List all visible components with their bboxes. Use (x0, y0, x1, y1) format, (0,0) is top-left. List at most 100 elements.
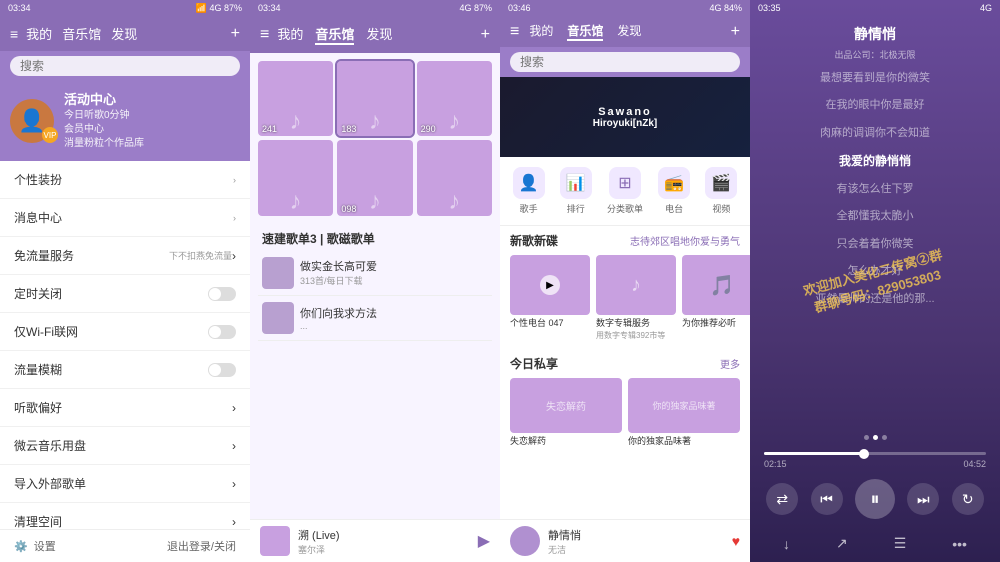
menu-footer: ⚙️ 设置 退出登录/关闭 (0, 529, 250, 562)
menu-item-wifi[interactable]: 仅Wi-Fi联网 (0, 313, 250, 351)
private-card-2[interactable]: 你的独家品味著 你的独家品味著 (628, 378, 740, 448)
lyric-3[interactable]: 我爱的静悄悄 (766, 147, 984, 176)
prev-button[interactable]: ⏮ (811, 483, 843, 515)
more-icon[interactable]: ••• (952, 536, 967, 552)
card-thumb-1: ▶ (510, 255, 590, 315)
repeat-button[interactable]: ↻ (952, 483, 984, 515)
menu-item-preference[interactable]: 听歌偏好 › (0, 389, 250, 427)
lyric-7[interactable]: 怎么办才好 (766, 258, 984, 285)
play-btn-1[interactable]: ▶ (540, 275, 560, 295)
album-item-5[interactable]: 098 (337, 140, 412, 215)
play-pause-button[interactable]: ⏸ (855, 479, 895, 519)
menu-item-personalize[interactable]: 个性装扮 › (0, 161, 250, 199)
menu-toggle-traffic[interactable] (208, 363, 236, 377)
search-input-1[interactable] (10, 56, 240, 76)
menu-item-timer[interactable]: 定时关闭 (0, 275, 250, 313)
tab-library-3[interactable]: 音乐馆 (567, 22, 603, 41)
quick-icon-video[interactable]: 🎬 视频 (705, 167, 737, 215)
player-controls: 02:15 04:52 ⇄ ⏮ ⏸ ⏭ ↻ (750, 444, 1000, 531)
progress-thumb[interactable] (859, 449, 869, 459)
play-pause-icon: ⏸ (870, 489, 879, 510)
song-item-2[interactable]: 你们向我求方法 ... (258, 296, 492, 341)
settings-label[interactable]: 设置 (34, 538, 56, 554)
lyric-6[interactable]: 只会着着你微笑 (766, 231, 984, 258)
playlist-icon-player[interactable]: ☰ (894, 535, 907, 552)
new-music-card-2[interactable]: ♪ 数字专辑服务 用数字专辑392市等 (596, 255, 676, 341)
video-icon: 🎬 (705, 167, 737, 199)
now-playing-artist-2: 塞尔泽 (298, 543, 470, 556)
lyrics-area: 最想要看到是你的微笑 在我的眼中你是最好 肉麻的调调你不会知道 我爱的静悄悄 有… (750, 65, 1000, 431)
menu-toggle-timer[interactable] (208, 287, 236, 301)
add-button-3[interactable]: + (731, 23, 740, 41)
album-count-3: 290 (421, 124, 436, 134)
add-button-2[interactable]: + (481, 26, 490, 44)
header-2: ≡ 我的 音乐馆 发现 + (250, 16, 500, 53)
lyric-5[interactable]: 全都懂我太脆小 (766, 203, 984, 230)
album-item-3[interactable]: 290 (417, 61, 492, 136)
lyric-1[interactable]: 在我的眼中你是最好 (766, 92, 984, 119)
new-music-card-1[interactable]: ▶ 个性电台 047 (510, 255, 590, 341)
today-private-grid: 失恋解药 失恋解药 你的独家品味著 你的独家品味著 (500, 378, 750, 456)
menu-item-messages[interactable]: 消息中心 › (0, 199, 250, 237)
song-title-1: 做实金长高可爱 (300, 258, 488, 274)
album-item-6[interactable] (417, 140, 492, 215)
menu-item-traffic[interactable]: 流量模糊 (0, 351, 250, 389)
add-button-1[interactable]: + (231, 25, 240, 43)
share-icon[interactable]: ↗ (836, 535, 848, 552)
new-music-scroll: ▶ 个性电台 047 ♪ 数字专辑服务 用数字专辑392市等 🎵 为你推荐必听 (500, 255, 750, 349)
song-info-1: 做实金长高可爱 313首/每日下载 (300, 258, 488, 287)
panel-now-playing: 03:35 4G 静情悄 出品公司：北极无限 最想要看到是你的微笑 在我的眼中你… (750, 0, 1000, 562)
menu-icon-1[interactable]: ≡ (10, 26, 18, 42)
lyric-2[interactable]: 肉麻的调调你不会知道 (766, 120, 984, 147)
menu-item-cloud[interactable]: 微云音乐用盘 › (0, 427, 250, 465)
banner: Sawano Hiroyuki[nZk] (500, 77, 750, 157)
nav-tabs-1: 我的 音乐馆 发现 (26, 24, 137, 43)
time-3: 03:46 (508, 3, 531, 13)
album-item-4[interactable] (258, 140, 333, 215)
menu-toggle-wifi[interactable] (208, 325, 236, 339)
lyric-4[interactable]: 有该怎么住下罗 (766, 176, 984, 203)
album-item-2[interactable]: 183 (337, 61, 412, 136)
private-card-1[interactable]: 失恋解药 失恋解药 (510, 378, 622, 448)
search-bar-3 (500, 47, 750, 77)
quick-icon-singer[interactable]: 👤 歌手 (513, 167, 545, 215)
tab-mine-1[interactable]: 我的 (26, 24, 52, 43)
today-private-more[interactable]: 更多 (720, 356, 740, 371)
menu-item-import[interactable]: 导入外部歌单 › (0, 465, 250, 503)
quick-icon-chart[interactable]: 📊 排行 (560, 167, 592, 215)
play-icon-2[interactable]: ▶ (478, 531, 490, 551)
menu-label-timer: 定时关闭 (14, 285, 208, 302)
tab-library-1[interactable]: 音乐馆 (62, 24, 101, 43)
tab-discover-3[interactable]: 发现 (617, 22, 641, 41)
lyric-8[interactable]: 亚然最帅的还是他的那... (766, 286, 984, 313)
tab-library-2[interactable]: 音乐馆 (315, 24, 354, 45)
quick-icon-playlist[interactable]: ⊞ 分类歌单 (607, 167, 643, 215)
lyric-0[interactable]: 最想要看到是你的微笑 (766, 65, 984, 92)
quick-icon-radio[interactable]: 📻 电台 (658, 167, 690, 215)
tab-mine-3[interactable]: 我的 (529, 22, 553, 41)
album-count-1: 241 (262, 124, 277, 134)
tab-discover-1[interactable]: 发现 (111, 24, 137, 43)
shuffle-button[interactable]: ⇄ (766, 483, 798, 515)
discovery-content: Sawano Hiroyuki[nZk] 👤 歌手 📊 排行 ⊞ 分类歌单 📻 … (500, 77, 750, 519)
song-item-1[interactable]: 做实金长高可爱 313首/每日下载 (258, 251, 492, 296)
song-title-2: 你们向我求方法 (300, 305, 488, 321)
album-item-1[interactable]: 241 (258, 61, 333, 136)
heart-button[interactable]: ♥ (732, 533, 740, 549)
next-button[interactable]: ⏭ (907, 483, 939, 515)
logout-label[interactable]: 退出登录/关闭 (167, 538, 236, 554)
menu-icon-3[interactable]: ≡ (510, 23, 519, 41)
download-icon[interactable]: ↓ (783, 536, 790, 552)
progress-track[interactable] (764, 452, 986, 455)
time-4: 03:35 (758, 3, 781, 13)
menu-icon-2[interactable]: ≡ (260, 26, 269, 44)
tab-mine-2[interactable]: 我的 (277, 24, 303, 45)
new-music-card-3[interactable]: 🎵 为你推荐必听 (682, 255, 750, 341)
tab-discover-2[interactable]: 发现 (366, 24, 392, 45)
search-input-3[interactable] (510, 52, 740, 72)
menu-item-free-flow[interactable]: 免流量服务 下不扣燕免流量 › (0, 237, 250, 275)
controls-row: ⇄ ⏮ ⏸ ⏭ ↻ (760, 475, 990, 523)
new-music-more[interactable]: 志待郊区唱地你爱与勇气 (630, 233, 740, 248)
menu-item-clean[interactable]: 清理空间 › (0, 503, 250, 529)
dot-3 (882, 435, 887, 440)
